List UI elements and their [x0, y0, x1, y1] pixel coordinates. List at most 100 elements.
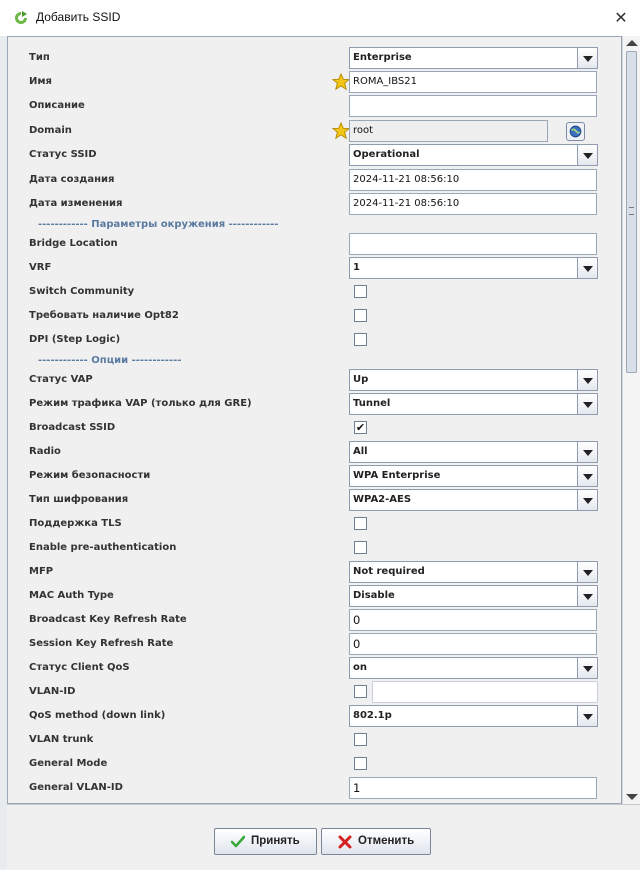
- chevron-down-icon[interactable]: [577, 658, 597, 678]
- general-mode-checkbox[interactable]: [354, 757, 367, 770]
- dialog-footer: Принять Отменить: [7, 804, 640, 870]
- radio-select[interactable]: All: [349, 441, 598, 463]
- description-label: Описание: [29, 100, 85, 111]
- security-mode-label: Режим безопасности: [29, 470, 151, 481]
- chevron-down-icon[interactable]: [577, 394, 597, 414]
- scrollbar-thumb[interactable]: [626, 51, 637, 373]
- type-select[interactable]: Enterprise: [349, 47, 598, 69]
- general-vlan-id-input[interactable]: 1: [349, 777, 597, 799]
- name-input[interactable]: ROMA_IBS21: [349, 71, 597, 93]
- chevron-down-icon[interactable]: [577, 258, 597, 278]
- row-general-mode: General Mode: [8, 753, 621, 775]
- modified-input[interactable]: 2024-11-21 08:56:10: [349, 193, 597, 215]
- bcast-key-refresh-label: Broadcast Key Refresh Rate: [29, 614, 187, 625]
- vap-traffic-label: Режим трафика VAP (только для GRE): [29, 398, 252, 409]
- domain-picker-globe-icon[interactable]: [566, 122, 585, 141]
- bridge-location-input[interactable]: [349, 233, 597, 255]
- chevron-down-icon[interactable]: [577, 586, 597, 606]
- row-vrf: VRF 1: [8, 257, 621, 279]
- cancel-button[interactable]: Отменить: [321, 828, 431, 855]
- broadcast-ssid-label: Broadcast SSID: [29, 422, 116, 433]
- row-dpi: DPI (Step Logic): [8, 329, 621, 351]
- session-key-refresh-input[interactable]: 0: [349, 633, 597, 655]
- switch-community-label: Switch Community: [29, 286, 135, 297]
- qos-method-select[interactable]: 802.1p: [349, 705, 598, 727]
- vap-traffic-select[interactable]: Tunnel: [349, 393, 598, 415]
- preauth-checkbox[interactable]: [354, 541, 367, 554]
- chevron-down-icon[interactable]: [577, 145, 597, 165]
- app-icon: [15, 11, 27, 24]
- chevron-down-icon[interactable]: [577, 442, 597, 462]
- row-mac-auth: MAC Auth Type Disable: [8, 585, 621, 607]
- ssid-form: Тип Enterprise Имя ROMA_IBS21 Описание D…: [7, 36, 622, 804]
- checkmark-icon: [231, 835, 245, 848]
- required-star-icon: [332, 122, 350, 140]
- mac-auth-label: MAC Auth Type: [29, 590, 114, 601]
- row-vap-status: Статус VAP Up: [8, 369, 621, 391]
- row-vlan-trunk: VLAN trunk: [8, 729, 621, 751]
- client-qos-select[interactable]: on: [349, 657, 598, 679]
- chevron-down-icon[interactable]: [577, 706, 597, 726]
- row-tls: Поддержка TLS: [8, 513, 621, 535]
- client-qos-label: Статус Client QoS: [29, 662, 130, 673]
- scroll-up-icon[interactable]: [626, 40, 638, 46]
- vlan-id-checkbox[interactable]: [354, 685, 367, 698]
- opt82-checkbox[interactable]: [354, 309, 367, 322]
- row-opt82: Требовать наличие Opt82: [8, 305, 621, 327]
- encryption-select[interactable]: WPA2-AES: [349, 489, 598, 511]
- created-label: Дата создания: [29, 174, 115, 185]
- dpi-checkbox[interactable]: [354, 333, 367, 346]
- created-input[interactable]: 2024-11-21 08:56:10: [349, 169, 597, 191]
- bridge-location-label: Bridge Location: [29, 238, 118, 249]
- section-options: ------------ Опции ------------: [38, 355, 182, 366]
- row-created: Дата создания 2024-11-21 08:56:10: [8, 169, 621, 191]
- vertical-scrollbar[interactable]: [622, 36, 640, 804]
- ssid-status-label: Статус SSID: [29, 149, 97, 160]
- row-name: Имя ROMA_IBS21: [8, 71, 621, 93]
- dpi-label: DPI (Step Logic): [29, 334, 121, 345]
- vrf-label: VRF: [29, 262, 52, 273]
- vap-status-label: Статус VAP: [29, 374, 93, 385]
- ssid-status-select[interactable]: Operational: [349, 144, 598, 166]
- domain-label: Domain: [29, 125, 72, 136]
- vrf-select[interactable]: 1: [349, 257, 598, 279]
- mfp-select[interactable]: Not required: [349, 561, 598, 583]
- security-mode-select[interactable]: WPA Enterprise: [349, 465, 598, 487]
- row-bridge-location: Bridge Location: [8, 233, 621, 255]
- row-encryption: Тип шифрования WPA2-AES: [8, 489, 621, 511]
- ok-button[interactable]: Принять: [214, 828, 317, 855]
- vlan-id-input[interactable]: [372, 681, 598, 703]
- general-vlan-id-label: General VLAN-ID: [29, 782, 123, 793]
- qos-method-label: QoS method (down link): [29, 710, 166, 721]
- row-qos-method: QoS method (down link) 802.1p: [8, 705, 621, 727]
- chevron-down-icon[interactable]: [577, 370, 597, 390]
- scroll-down-icon[interactable]: [626, 794, 638, 800]
- required-star-icon: [332, 73, 350, 91]
- chevron-down-icon[interactable]: [577, 490, 597, 510]
- opt82-label: Требовать наличие Opt82: [29, 310, 179, 321]
- mac-auth-select[interactable]: Disable: [349, 585, 598, 607]
- row-radio: Radio All: [8, 441, 621, 463]
- section-environment: ------------ Параметры окружения -------…: [38, 219, 279, 230]
- switch-community-checkbox[interactable]: [354, 285, 367, 298]
- row-general-vlan-id: General VLAN-ID 1: [8, 777, 621, 799]
- tls-checkbox[interactable]: [354, 517, 367, 530]
- chevron-down-icon[interactable]: [577, 466, 597, 486]
- bcast-key-refresh-input[interactable]: 0: [349, 609, 597, 631]
- row-preauth: Enable pre-authentication: [8, 537, 621, 559]
- vap-status-select[interactable]: Up: [349, 369, 598, 391]
- chevron-down-icon[interactable]: [577, 48, 597, 68]
- tls-label: Поддержка TLS: [29, 518, 122, 529]
- row-modified: Дата изменения 2024-11-21 08:56:10: [8, 193, 621, 215]
- row-vap-traffic: Режим трафика VAP (только для GRE) Tunne…: [8, 393, 621, 415]
- close-button[interactable]: ✕: [610, 7, 632, 29]
- row-type: Тип Enterprise: [8, 47, 621, 69]
- vlan-trunk-checkbox[interactable]: [354, 733, 367, 746]
- row-session-key-refresh: Session Key Refresh Rate 0: [8, 633, 621, 655]
- modified-label: Дата изменения: [29, 198, 123, 209]
- chevron-down-icon[interactable]: [577, 562, 597, 582]
- description-input[interactable]: [349, 95, 597, 117]
- general-mode-label: General Mode: [29, 758, 108, 769]
- vlan-trunk-label: VLAN trunk: [29, 734, 94, 745]
- broadcast-ssid-checkbox[interactable]: ✔: [354, 421, 367, 434]
